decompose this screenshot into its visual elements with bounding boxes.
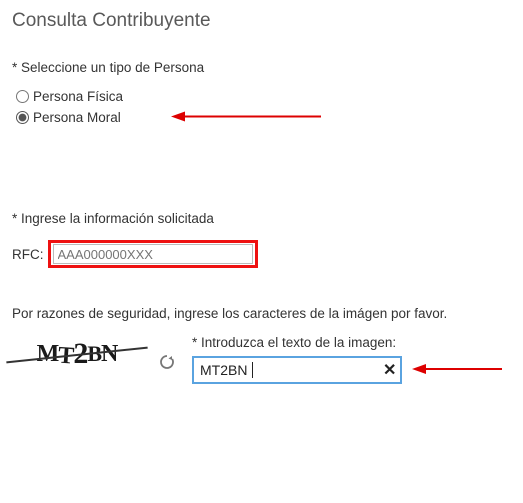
rfc-row: RFC: [12,240,511,268]
annotation-arrow-icon [412,362,502,379]
person-type-group: Persona Física Persona Moral [12,89,511,125]
clear-input-icon[interactable]: ✕ [381,360,398,380]
text-caret [252,362,253,378]
captcha-image: MT2BN [12,335,142,373]
radio-persona-fisica-label[interactable]: Persona Física [33,89,123,104]
radio-persona-moral-label[interactable]: Persona Moral [33,110,121,125]
captcha-area: MT2BN * Introduzca el texto de la imagen… [12,335,511,384]
radio-persona-moral[interactable] [16,111,29,124]
person-type-label: * Seleccione un tipo de Persona [12,60,511,75]
captcha-input-label: * Introduzca el texto de la imagen: [192,335,511,350]
captcha-input-container: ✕ [192,356,402,384]
captcha-input[interactable] [200,362,381,378]
page-title: Consulta Contribuyente [12,10,511,32]
refresh-captcha-icon[interactable] [158,353,176,371]
radio-row-fisica: Persona Física [16,89,511,104]
radio-persona-fisica[interactable] [16,90,29,103]
security-note: Por razones de seguridad, ingrese los ca… [12,306,511,321]
rfc-label: RFC: [12,247,44,262]
rfc-input[interactable] [53,244,253,264]
rfc-highlight-box [48,240,258,268]
annotation-arrow-icon [171,109,321,126]
radio-row-moral: Persona Moral [16,110,511,125]
info-request-label: * Ingrese la información solicitada [12,211,511,226]
